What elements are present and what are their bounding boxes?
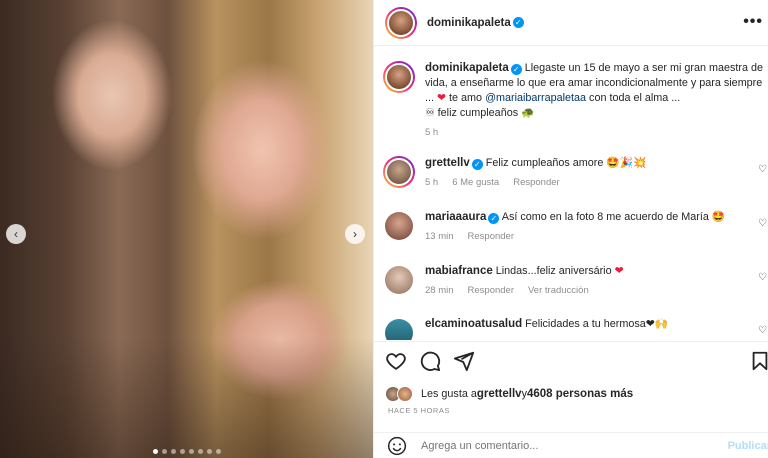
carousel-dot (179, 449, 185, 454)
more-options-icon[interactable]: ••• (743, 13, 763, 31)
carousel-dot (188, 449, 194, 454)
comment-likes[interactable]: 6 Me gusta (452, 175, 499, 190)
comment-time[interactable]: 28 min (425, 283, 454, 298)
comment-text: Felicidades a tu hermosa❤🙌 (525, 318, 669, 330)
caption: dominikapaleta ✓ Llegaste un 15 de mayo a… (383, 61, 765, 140)
carousel-dot (170, 449, 176, 454)
caption-mention-link[interactable]: @mariaibarrapaletaa (485, 92, 586, 104)
comment-row: mariaaaura ✓ Así como en la foto 8 me acu… (385, 210, 767, 244)
author-avatar[interactable] (385, 6, 417, 39)
carousel-prev-button[interactable]: ‹ (6, 224, 26, 244)
comment-like-heart-icon[interactable]: ♡ (758, 272, 767, 283)
comment-username[interactable]: mabiafrance (425, 265, 493, 277)
comment-row: elcaminoatusalud Felicidades a tu hermos… (385, 317, 767, 340)
like-heart-icon[interactable] (385, 350, 407, 372)
comment-row: grettellv ✓ Feliz cumpleaños amore 🤩🎉💥 5 … (383, 156, 767, 190)
save-bookmark-icon[interactable] (749, 350, 768, 372)
verified-badge-icon: ✓ (512, 17, 524, 28)
likes-count-link[interactable]: 4608 personas más (527, 388, 633, 400)
comment-time[interactable]: 5 h (425, 175, 438, 190)
liker-avatars[interactable] (385, 386, 415, 402)
comment-username[interactable]: elcaminoatusalud (425, 318, 522, 330)
likes-user-link[interactable]: grettellv (477, 388, 522, 400)
comment-icon[interactable] (419, 350, 441, 372)
comment-like-heart-icon[interactable]: ♡ (758, 218, 767, 229)
caption-line2: ♾ feliz cumpleaños 🐢 (425, 107, 535, 119)
likes-summary: Les gusta a grettellv y 4608 personas má… (385, 386, 633, 402)
comments-list[interactable]: dominikapaleta ✓ Llegaste un 15 de mayo a… (374, 47, 768, 340)
carousel-dot (215, 449, 221, 454)
chevron-right-icon: › (353, 227, 357, 241)
verified-badge-icon: ✓ (510, 64, 522, 75)
carousel-dot (197, 449, 203, 454)
caption-avatar[interactable] (383, 61, 415, 93)
comment-input[interactable] (421, 439, 701, 452)
post-photo[interactable]: ‹ › (0, 0, 373, 458)
likes-prefix: Les gusta a (421, 388, 477, 400)
caption-text-mid: te amo (446, 92, 486, 104)
share-icon[interactable] (453, 350, 475, 372)
comment-username[interactable]: grettellv (425, 157, 470, 169)
caption-time[interactable]: 5 h (425, 125, 438, 140)
verified-badge-icon: ✓ (471, 159, 483, 170)
publish-button[interactable]: Publicar (728, 440, 768, 452)
comment-like-heart-icon[interactable]: ♡ (758, 164, 767, 175)
comment-username[interactable]: mariaaaura (425, 211, 486, 223)
post-actions (374, 341, 768, 381)
heart-emoji: ❤ (437, 92, 447, 104)
comment-reply-button[interactable]: Responder (468, 283, 514, 298)
carousel-next-button[interactable]: › (345, 224, 365, 244)
author-username[interactable]: dominikapaleta (427, 17, 511, 29)
comment-text: Así como en la foto 8 me acuerdo de Marí… (501, 211, 726, 223)
carousel-dots (0, 449, 373, 454)
commenter-avatar[interactable] (383, 156, 415, 188)
comment-row: mabiafrance Lindas...feliz aniversário ❤… (385, 264, 767, 298)
add-comment-bar: Publicar (374, 432, 768, 458)
comment-reply-button[interactable]: Responder (513, 175, 559, 190)
heart-emoji: ❤ (614, 265, 624, 277)
instagram-post: ‹ › dominikapaleta ✓ ••• dominikapaleta … (0, 0, 768, 458)
caption-text-after: con toda el alma ... (586, 92, 681, 104)
carousel-dot (152, 449, 158, 454)
emoji-icon[interactable] (387, 436, 407, 456)
photo-shade (0, 338, 373, 458)
carousel-dot (161, 449, 167, 454)
comment-text: Feliz cumpleaños amore 🤩🎉💥 (485, 157, 647, 169)
post-header: dominikapaleta ✓ ••• (374, 0, 768, 46)
verified-badge-icon: ✓ (488, 213, 500, 224)
translate-button[interactable]: Ver traducción (528, 283, 589, 298)
comment-text: Lindas...feliz aniversário (495, 265, 615, 277)
chevron-left-icon: ‹ (14, 227, 18, 241)
comment-time[interactable]: 13 min (425, 229, 454, 244)
commenter-avatar[interactable] (385, 266, 413, 294)
commenter-avatar[interactable] (385, 319, 413, 340)
comment-reply-button[interactable]: Responder (468, 229, 514, 244)
post-time[interactable]: HACE 5 HORAS (388, 406, 450, 415)
post-sidebar: dominikapaleta ✓ ••• dominikapaleta ✓ Lle… (373, 0, 768, 458)
commenter-avatar[interactable] (385, 212, 413, 240)
comment-like-heart-icon[interactable]: ♡ (758, 325, 767, 336)
carousel-dot (206, 449, 212, 454)
caption-username[interactable]: dominikapaleta (425, 62, 509, 74)
